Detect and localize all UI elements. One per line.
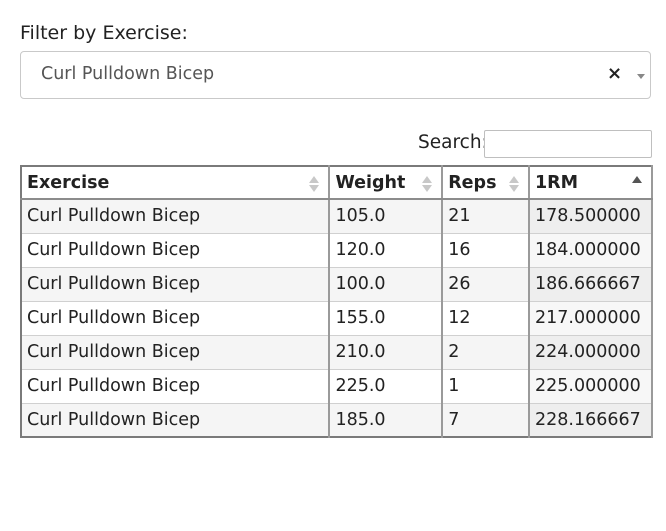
cell-reps: 26 <box>441 266 530 302</box>
table-row: Curl Pulldown Bicep 185.0 7 228.166667 <box>20 402 653 438</box>
cell-1rm: 217.000000 <box>528 300 653 336</box>
clear-selection-icon[interactable]: × <box>607 63 622 84</box>
column-header-label: Weight <box>335 172 406 193</box>
exercise-select[interactable]: Curl Pulldown Bicep × <box>20 51 651 99</box>
cell-reps: 2 <box>441 334 530 370</box>
exercise-table: Exercise Weight Reps 1RM Curl Pulldown B… <box>20 165 653 438</box>
table-header-row: Exercise Weight Reps 1RM <box>20 165 653 200</box>
cell-exercise: Curl Pulldown Bicep <box>20 300 331 336</box>
column-header-label: Reps <box>448 172 497 193</box>
table-row: Curl Pulldown Bicep 120.0 16 184.000000 <box>20 232 653 268</box>
cell-exercise: Curl Pulldown Bicep <box>20 402 331 438</box>
cell-1rm: 224.000000 <box>528 334 653 370</box>
table-row: Curl Pulldown Bicep 225.0 1 225.000000 <box>20 368 653 404</box>
column-header-exercise[interactable]: Exercise <box>20 165 331 200</box>
cell-reps: 21 <box>441 198 530 234</box>
sort-icon <box>509 175 519 193</box>
column-header-label: Exercise <box>27 172 110 193</box>
table-row: Curl Pulldown Bicep 105.0 21 178.500000 <box>20 198 653 234</box>
cell-1rm: 184.000000 <box>528 232 653 268</box>
column-header-1rm[interactable]: 1RM <box>528 165 653 200</box>
search-label: Search: <box>418 132 488 153</box>
cell-weight: 185.0 <box>328 402 444 438</box>
cell-reps: 12 <box>441 300 530 336</box>
search-input[interactable] <box>484 130 652 158</box>
cell-weight: 210.0 <box>328 334 444 370</box>
cell-reps: 16 <box>441 232 530 268</box>
table-row: Curl Pulldown Bicep 210.0 2 224.000000 <box>20 334 653 370</box>
table-row: Curl Pulldown Bicep 155.0 12 217.000000 <box>20 300 653 336</box>
filter-label: Filter by Exercise: <box>20 22 188 44</box>
cell-exercise: Curl Pulldown Bicep <box>20 198 331 234</box>
exercise-select-value: Curl Pulldown Bicep <box>41 64 215 84</box>
cell-weight: 120.0 <box>328 232 444 268</box>
cell-exercise: Curl Pulldown Bicep <box>20 334 331 370</box>
cell-exercise: Curl Pulldown Bicep <box>20 368 331 404</box>
cell-reps: 7 <box>441 402 530 438</box>
sort-icon <box>422 175 433 193</box>
sort-icon <box>309 175 320 193</box>
cell-1rm: 225.000000 <box>528 368 653 404</box>
cell-1rm: 178.500000 <box>528 198 653 234</box>
cell-reps: 1 <box>441 368 530 404</box>
cell-weight: 225.0 <box>328 368 444 404</box>
column-header-reps[interactable]: Reps <box>441 165 530 200</box>
column-header-weight[interactable]: Weight <box>328 165 444 200</box>
chevron-down-icon[interactable] <box>637 74 645 79</box>
cell-weight: 100.0 <box>328 266 444 302</box>
cell-1rm: 186.666667 <box>528 266 653 302</box>
sort-ascending-icon <box>632 175 642 193</box>
cell-exercise: Curl Pulldown Bicep <box>20 232 331 268</box>
table-row: Curl Pulldown Bicep 100.0 26 186.666667 <box>20 266 653 302</box>
cell-weight: 155.0 <box>328 300 444 336</box>
cell-exercise: Curl Pulldown Bicep <box>20 266 331 302</box>
column-header-label: 1RM <box>535 172 579 193</box>
cell-weight: 105.0 <box>328 198 444 234</box>
cell-1rm: 228.166667 <box>528 402 653 438</box>
